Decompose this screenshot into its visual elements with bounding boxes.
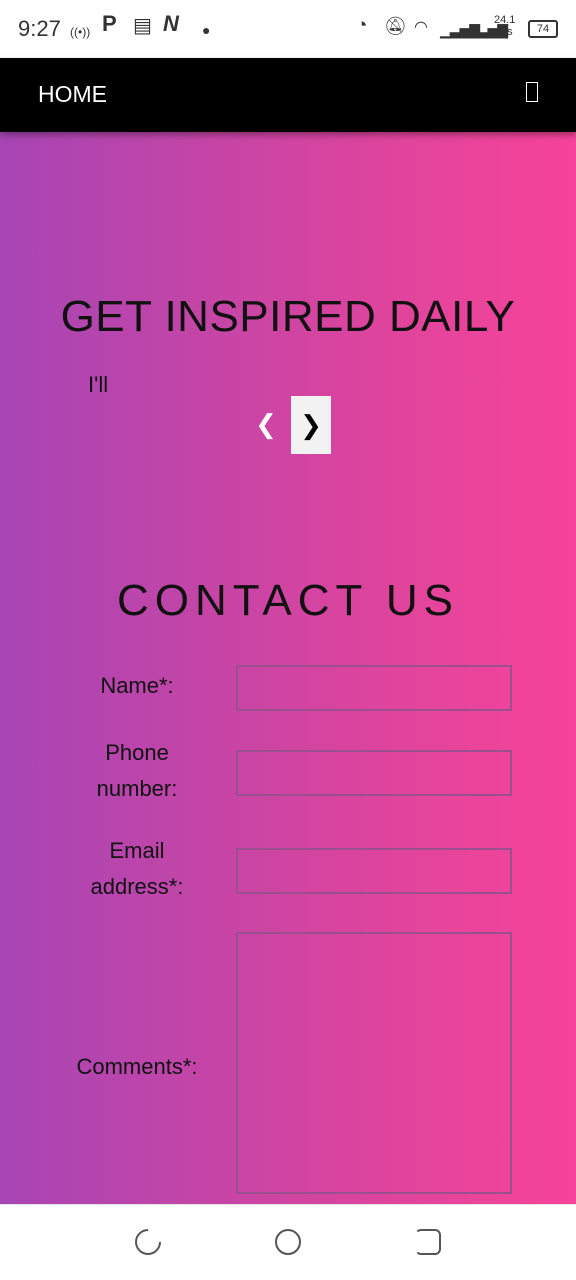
email-label-line1: Email [109,838,165,863]
comments-label-text: Comments*: [76,1054,198,1079]
recent-apps-icon[interactable] [129,1223,167,1261]
name-input[interactable] [236,665,512,711]
phone-input[interactable] [236,750,512,796]
email-label-line2: address*: [90,874,184,899]
phone-label: Phone number: [47,735,227,807]
phone-label-line1: Phone [105,740,169,765]
hero-title: GET INSPIRED DAILY [60,292,516,341]
name-label: Name*: [47,668,227,704]
n-app-icon: N [163,11,179,36]
comments-textarea[interactable] [236,932,512,1194]
name-label-text: Name*: [100,673,174,698]
network-speed-unit: K/s [496,26,513,38]
network-speed-value: 24.1 [494,14,516,26]
system-navigation-bar [0,1204,576,1280]
back-icon[interactable] [415,1229,441,1255]
contact-title: CONTACT US [117,576,459,625]
status-bar: 9:27 ((•)) P ▤ N ● ◔ 🔕︎ ◠ ▁▃▅▇ ▁▃▅▇ 24.1… [0,0,576,58]
nav-home-link[interactable]: HOME [38,81,107,108]
battery-icon: 74 [528,20,558,38]
carousel-next-button[interactable]: ❯ [291,396,331,454]
news-icon: ▤ [133,15,152,37]
menu-icon[interactable] [526,82,538,102]
quote-text: I'll [88,372,109,397]
home-circle-icon[interactable] [275,1229,301,1255]
network-speed: 24.1 K/s [494,14,515,38]
main-content: GET INSPIRED DAILY I'll ❮ ❯ CONTACT US N… [0,132,576,1204]
status-time: 9:27 [18,16,61,41]
dot-icon: ● [202,22,211,38]
battery-level: 74 [536,23,550,35]
parking-icon: P [102,11,117,36]
wifi-icon: ◠ [414,19,428,36]
carousel-prev-button[interactable]: ❮ [254,396,278,452]
data-saver-icon: ◔ [356,15,368,36]
comments-label: Comments*: [47,1049,227,1085]
email-label: Email address*: [47,833,227,905]
bell-off-icon: 🔕︎ [384,16,407,36]
top-navbar: HOME [0,58,576,132]
email-input[interactable] [236,848,512,894]
phone-label-line2: number: [96,776,178,801]
broadcast-icon: ((•)) [70,25,91,39]
